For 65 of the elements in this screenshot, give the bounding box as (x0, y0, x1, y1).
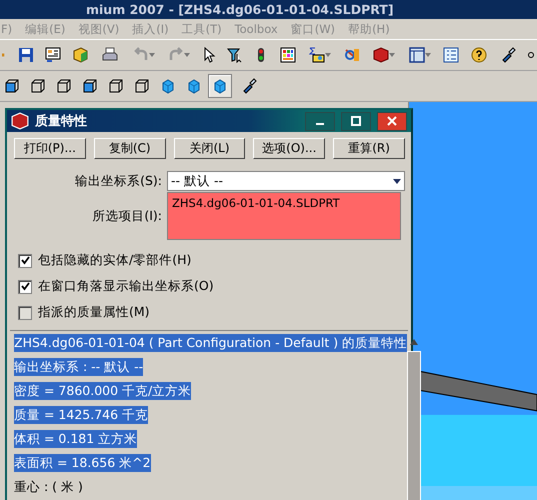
close-icon (387, 116, 397, 126)
dialog-button[interactable]: 重算(R) (333, 138, 405, 159)
dialog-button[interactable]: 复制(C) (94, 138, 166, 159)
minimize-button[interactable] (305, 112, 335, 130)
menu-item[interactable]: 视图(V) (78, 22, 120, 36)
logo-icon[interactable] (373, 47, 390, 63)
menu-item[interactable]: 插入(I) (132, 22, 169, 36)
window-title: mium 2007 - [ZHS4.dg06-01-01-04.SLDPRT] (86, 2, 394, 17)
caret-icon[interactable] (389, 53, 396, 57)
checkbox-label: 指派的质量属性(M) (38, 304, 150, 321)
close-button[interactable] (377, 112, 407, 130)
filter-icon[interactable] (226, 47, 243, 63)
render-icon[interactable] (344, 47, 360, 63)
cube-icon (186, 78, 202, 94)
menu-item[interactable]: F) (1, 22, 12, 36)
caret-icon[interactable] (425, 53, 432, 57)
cube-icon (82, 78, 98, 94)
dialog-button[interactable]: 选项(O)... (253, 138, 326, 159)
minimize-icon (316, 123, 324, 125)
cube-icon (212, 78, 228, 94)
caret-icon[interactable] (149, 53, 155, 57)
coordinate-system-dropdown[interactable]: -- 默认 -- (167, 171, 405, 191)
flashlight-icon[interactable] (500, 47, 516, 63)
window-layout-icon[interactable] (409, 47, 426, 63)
field-label: 输出坐标系(S): (74, 172, 163, 190)
field-label: 所选项目(I): (91, 208, 163, 224)
list-icon[interactable] (443, 47, 459, 63)
dropdown-arrow-icon (393, 178, 401, 184)
printer-icon[interactable] (102, 47, 118, 63)
selection-list[interactable]: ZHS4.dg06-01-01-04.SLDPRT (167, 192, 401, 240)
menu-item[interactable]: Toolbox (234, 22, 278, 36)
dialog-title: 质量特性 (35, 113, 88, 130)
checkmark-icon (20, 282, 30, 291)
checkbox[interactable] (18, 254, 32, 268)
cube-icon (4, 78, 20, 94)
properties-icon[interactable] (45, 47, 62, 63)
save-icon[interactable] (18, 47, 34, 63)
flashlight-icon[interactable] (241, 78, 257, 94)
caret-icon[interactable] (184, 53, 190, 57)
maximize-button[interactable] (341, 112, 371, 130)
help-icon[interactable] (471, 47, 488, 63)
maximize-icon (351, 116, 361, 126)
dialog-button[interactable]: 关闭(L) (174, 138, 246, 159)
menu-item[interactable]: 帮助(H) (348, 22, 390, 36)
package-icon[interactable] (72, 47, 88, 63)
dialog-button[interactable]: 打印(P)... (14, 138, 86, 159)
checkbox[interactable] (18, 280, 32, 294)
checkbox-label: 包括隐藏的实体/零部件(H) (38, 252, 192, 269)
cube-icon (160, 78, 176, 94)
menu-item[interactable]: 编辑(E) (25, 22, 66, 36)
menu-item[interactable]: 窗口(W) (290, 22, 336, 36)
checkbox-label: 在窗口角落显示输出坐标系(O) (38, 278, 214, 295)
cube-icon (108, 78, 124, 94)
color-grid-icon[interactable] (280, 47, 296, 63)
mass-properties-icon[interactable] (308, 47, 325, 63)
view-button[interactable] (208, 74, 232, 98)
logo-icon (11, 112, 29, 130)
cube-icon (56, 78, 72, 94)
menu-item[interactable]: 工具(T) (182, 22, 222, 36)
result-line: 重心 : ( 米 ) (14, 478, 83, 496)
checkmark-icon (20, 256, 30, 265)
scroll-up-icon[interactable] (410, 339, 418, 345)
cube-icon (134, 78, 150, 94)
caret-icon[interactable] (324, 53, 331, 57)
cube-icon (30, 78, 46, 94)
